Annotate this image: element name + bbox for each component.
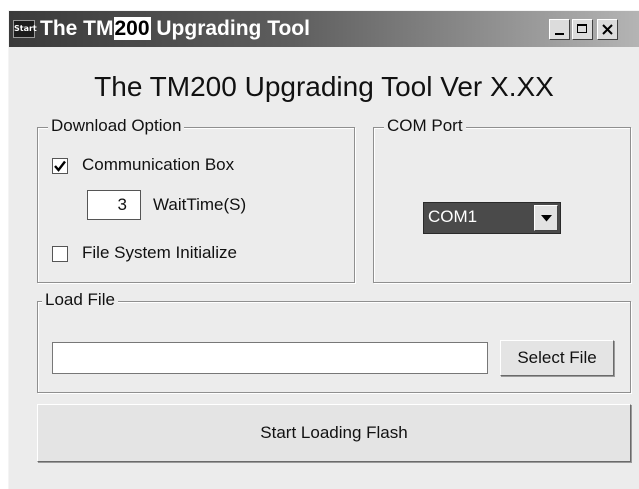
checkmark-icon [54, 160, 66, 172]
wait-time-input[interactable]: 3 [87, 190, 141, 220]
window-title: The TM200 Upgrading Tool [40, 17, 310, 41]
load-file-group: Load File Select File [37, 290, 631, 393]
wait-time-label: WaitTime(S) [153, 195, 247, 214]
app-window: Start The TM200 Upgrading Tool The TM200… [8, 10, 639, 489]
download-option-label: Download Option [48, 116, 185, 136]
maximize-button[interactable] [572, 19, 593, 40]
com-port-select[interactable]: COM1 [423, 202, 561, 234]
app-start-icon[interactable]: Start [13, 20, 37, 38]
page-title: The TM200 Upgrading Tool Ver X.XX [94, 71, 554, 102]
title-bar[interactable]: Start The TM200 Upgrading Tool [9, 11, 639, 47]
close-icon [602, 24, 613, 35]
window-title-prefix: The TM [40, 17, 114, 40]
communication-box-checkbox[interactable] [52, 158, 68, 174]
window-title-highlight: 200 [113, 17, 151, 40]
window-title-suffix: Upgrading Tool [150, 17, 310, 40]
com-port-label: COM Port [384, 116, 466, 136]
com-port-group: COM Port COM1 [373, 116, 631, 283]
start-loading-flash-button[interactable]: Start Loading Flash [37, 404, 631, 462]
com-port-selected-value: COM1 [428, 207, 478, 226]
file-system-initialize-label: File System Initialize [82, 243, 237, 262]
select-file-button[interactable]: Select File [500, 340, 614, 376]
download-option-group: Download Option Communication Box 3 Wait… [37, 116, 355, 283]
file-system-initialize-checkbox[interactable] [52, 246, 68, 262]
file-path-input[interactable] [52, 342, 488, 374]
load-file-label: Load File [42, 290, 118, 310]
com-port-dropdown-button[interactable] [534, 205, 558, 231]
close-button[interactable] [597, 19, 618, 40]
minimize-button[interactable] [549, 19, 570, 40]
communication-box-label: Communication Box [82, 155, 235, 174]
dropdown-arrow-icon [541, 215, 552, 222]
